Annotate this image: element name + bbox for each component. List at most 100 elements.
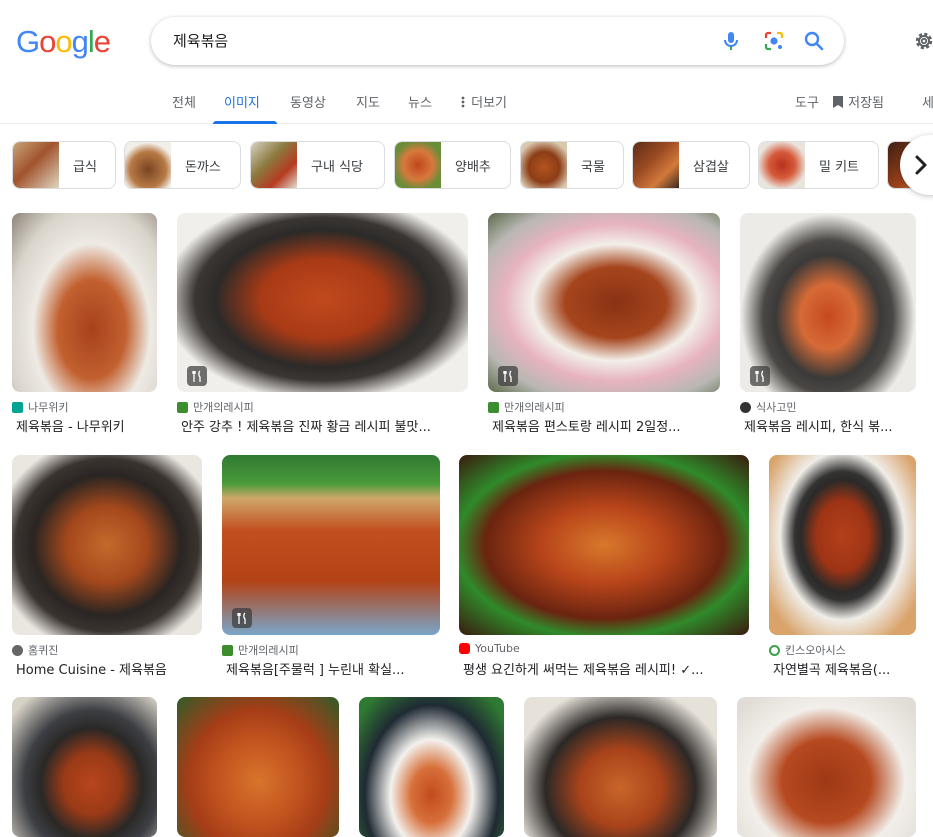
search-box[interactable]: 제육볶음 xyxy=(151,17,844,65)
result-source[interactable]: 식사고민 xyxy=(740,399,796,415)
google-logo[interactable]: Google xyxy=(16,26,111,58)
result-image[interactable] xyxy=(769,455,916,635)
result-image[interactable] xyxy=(12,697,157,837)
chip-label: 국물 xyxy=(581,159,605,175)
tab-more[interactable]: 더보기 xyxy=(459,92,507,111)
chip-label: 구내 식당 xyxy=(311,159,363,175)
source-favicon xyxy=(740,401,751,413)
source-name: 킨스오아시스 xyxy=(785,644,846,657)
bookmark-icon xyxy=(833,96,843,108)
chip-cafeteria[interactable]: 구내 식당 xyxy=(250,141,385,189)
image-result[interactable] xyxy=(524,697,717,837)
source-favicon xyxy=(12,644,23,656)
result-image[interactable] xyxy=(177,697,339,837)
chip-thumbnail xyxy=(521,142,567,188)
source-name: 만개의레시피 xyxy=(193,401,254,414)
image-result[interactable]: YouTube 평생 요긴하게 써먹는 제육볶음 레시피! ✓... xyxy=(459,455,749,679)
chip-soup[interactable]: 국물 xyxy=(520,141,624,189)
result-image[interactable] xyxy=(524,697,717,837)
result-image[interactable] xyxy=(488,213,720,392)
chip-label: 삼겹살 xyxy=(693,159,729,175)
chip-label: 밀 키트 xyxy=(819,159,860,175)
result-image[interactable] xyxy=(222,455,440,635)
result-title[interactable]: 제육볶음[주물럭 ] 누린내 확실... xyxy=(226,659,440,678)
saved-button[interactable]: 저장됨 xyxy=(832,92,884,111)
result-image[interactable] xyxy=(12,455,202,635)
youtube-icon xyxy=(459,643,470,654)
recipe-icon xyxy=(498,366,518,386)
result-source[interactable]: YouTube xyxy=(459,642,520,655)
result-source[interactable]: 만개의레시피 xyxy=(488,399,565,415)
recipe-icon xyxy=(750,366,770,386)
result-source[interactable]: 홈퀴진 xyxy=(12,642,58,658)
result-image[interactable] xyxy=(737,697,916,837)
chip-thumbnail xyxy=(395,142,441,188)
source-name: 만개의레시피 xyxy=(504,401,565,414)
result-image[interactable] xyxy=(459,455,749,635)
recipe-icon xyxy=(232,608,252,628)
image-result[interactable]: 만개의레시피 제육볶음 편스토랑 레시피 2일정... xyxy=(488,213,720,435)
chip-tonkatsu[interactable]: 돈까스 xyxy=(124,141,241,189)
lens-icon[interactable] xyxy=(762,29,786,53)
chip-thumbnail xyxy=(633,142,679,188)
search-input[interactable]: 제육볶음 xyxy=(173,30,228,51)
recipe-icon xyxy=(187,366,207,386)
result-image[interactable] xyxy=(177,213,468,392)
tab-maps[interactable]: 지도 xyxy=(356,92,380,111)
chip-samgyeopsal[interactable]: 삼겹살 xyxy=(632,141,750,189)
chip-mealkit[interactable]: 밀 키트 xyxy=(758,141,879,189)
tab-more-label: 더보기 xyxy=(471,96,508,111)
result-title[interactable]: 평생 요긴하게 써먹는 제육볶음 레시피! ✓... xyxy=(463,659,749,678)
result-title[interactable]: 제육볶음 편스토랑 레시피 2일정... xyxy=(492,416,720,435)
gear-icon[interactable] xyxy=(912,29,933,53)
search-tabs: 전체 이미지 동영상 지도 뉴스 더보기 도구 저장됨 세 xyxy=(0,80,933,124)
image-result[interactable]: 킨스오아시스 자연별곡 제육볶음(... xyxy=(769,455,916,679)
result-source[interactable]: 만개의레시피 xyxy=(177,399,254,415)
chip-thumbnail xyxy=(13,142,59,188)
tab-videos[interactable]: 동영상 xyxy=(290,92,326,111)
chip-lunch[interactable]: 급식 xyxy=(12,141,116,189)
chip-label: 돈까스 xyxy=(185,159,221,175)
chip-thumbnail xyxy=(125,142,171,188)
tab-news[interactable]: 뉴스 xyxy=(408,92,432,111)
image-result[interactable] xyxy=(737,697,916,837)
result-image[interactable] xyxy=(359,697,504,837)
chevron-right-icon xyxy=(915,155,927,175)
tab-all[interactable]: 전체 xyxy=(172,92,196,111)
chip-thumbnail xyxy=(759,142,805,188)
search-icon[interactable] xyxy=(802,29,826,53)
source-name: YouTube xyxy=(475,642,520,655)
active-tab-indicator xyxy=(213,121,277,124)
result-source[interactable]: 만개의레시피 xyxy=(222,642,299,658)
source-name: 나무위키 xyxy=(28,401,69,414)
source-favicon xyxy=(769,644,780,656)
tab-images[interactable]: 이미지 xyxy=(224,92,260,111)
result-title[interactable]: 자연별곡 제육볶음(... xyxy=(773,659,916,678)
saved-label: 저장됨 xyxy=(848,96,885,111)
image-result[interactable] xyxy=(177,697,339,837)
result-source[interactable]: 킨스오아시스 xyxy=(769,642,846,658)
result-title[interactable]: 안주 강추 ! 제육볶음 진짜 황금 레시피 불맛... xyxy=(181,416,468,435)
chips-next-button[interactable] xyxy=(900,135,933,195)
chip-label: 급식 xyxy=(73,159,97,175)
source-name: 식사고민 xyxy=(756,401,797,414)
image-result[interactable]: 식사고민 제육볶음 레시피, 한식 볶... xyxy=(740,213,916,435)
safesearch-button[interactable]: 세 xyxy=(922,92,933,111)
image-result[interactable] xyxy=(359,697,504,837)
image-result[interactable]: 만개의레시피 제육볶음[주물럭 ] 누린내 확실... xyxy=(222,455,440,679)
image-result[interactable]: 홈퀴진 Home Cuisine - 제육볶음 xyxy=(12,455,202,679)
image-result[interactable]: 만개의레시피 안주 강추 ! 제육볶음 진짜 황금 레시피 불맛... xyxy=(177,213,468,435)
mic-icon[interactable] xyxy=(719,29,743,53)
result-source[interactable]: 나무위키 xyxy=(12,399,68,415)
result-title[interactable]: Home Cuisine - 제육볶음 xyxy=(16,659,202,678)
result-title[interactable]: 제육볶음 - 나무위키 xyxy=(16,416,157,435)
image-result[interactable]: 나무위키 제육볶음 - 나무위키 xyxy=(12,213,157,435)
source-favicon xyxy=(222,644,233,656)
result-image[interactable] xyxy=(12,213,157,392)
tools-button[interactable]: 도구 xyxy=(795,92,819,111)
result-title[interactable]: 제육볶음 레시피, 한식 볶... xyxy=(744,416,916,435)
chip-cabbage[interactable]: 양배추 xyxy=(394,141,511,189)
dots-icon xyxy=(461,96,465,108)
image-result[interactable] xyxy=(12,697,157,837)
source-name: 만개의레시피 xyxy=(238,644,299,657)
